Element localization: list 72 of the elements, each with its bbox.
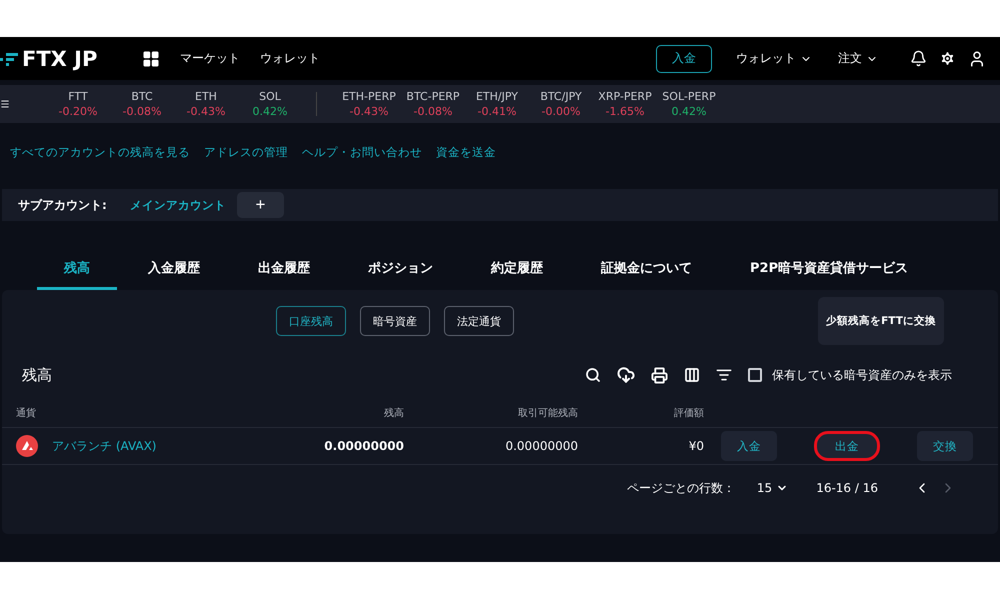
bell-icon[interactable] [910, 50, 927, 67]
menu-dropdown[interactable]: ウォレット [730, 49, 818, 68]
add-button[interactable]: + [237, 192, 284, 218]
filter-button[interactable]: 口座残高 [276, 306, 346, 336]
link[interactable]: ヘルプ・お問い合わせ [302, 145, 422, 189]
settings-icon[interactable] [939, 50, 956, 67]
nav-link[interactable]: ウォレット [260, 50, 320, 67]
ticker-symbol: SOL [259, 90, 281, 103]
ticker-symbol: BTC/JPY [540, 90, 582, 103]
deposit-button[interactable]: 入金 [656, 44, 712, 72]
ticker-change: -0.20% [58, 105, 98, 118]
ticker-change: -1.65% [606, 105, 644, 118]
action-button[interactable]: 出金 [814, 431, 880, 461]
menu-icon[interactable] [0, 99, 10, 109]
printer-icon[interactable] [651, 366, 668, 384]
ticker-symbol: ETH/JPY [476, 90, 518, 103]
columns-icon[interactable] [684, 367, 700, 383]
column-header: 評価額 [673, 406, 704, 420]
action-button[interactable]: 交換 [917, 431, 973, 461]
coin-icon [16, 435, 38, 457]
ticker-symbol: ETH [195, 90, 217, 103]
rows-per-page-label: ページごとの行数： [626, 480, 735, 496]
table-cell-text: 0.00000000 [504, 439, 578, 453]
table-cell-text: ¥0 [688, 439, 704, 453]
ticker-symbol: FTT [68, 90, 88, 103]
ticker-change: -0.41% [478, 105, 516, 118]
tab[interactable]: 約定履歴 [464, 259, 570, 290]
table-title: 残高 [22, 366, 53, 384]
ticker-symbol: BTC-PERP [406, 90, 460, 103]
ticker-symbol: XRP-PERP [598, 90, 652, 103]
checkbox[interactable] [748, 368, 762, 382]
ticker-change: 0.42% [252, 105, 288, 118]
menu-dropdown[interactable]: 注文 [832, 49, 884, 68]
column-header: 取引可能残高 [517, 406, 578, 420]
tab[interactable]: 証拠金について [574, 259, 719, 290]
ticker-symbol: ETH-PERP [342, 90, 396, 103]
checkbox-label: 保有している暗号資産のみを表示 [772, 366, 952, 384]
cloud-download-icon[interactable] [617, 366, 635, 384]
currency-name[interactable]: アバランチ (AVAX) [52, 438, 156, 454]
ticker-symbol: BTC [131, 90, 153, 103]
column-header: 残高 [383, 406, 404, 420]
table-cell-text: 0.00000000 [323, 439, 404, 453]
user-icon[interactable] [968, 50, 986, 68]
search-icon[interactable] [585, 367, 601, 383]
tab[interactable]: P2P暗号資産貸借サービス [723, 259, 936, 290]
ticker-change: -0.43% [186, 105, 226, 118]
link[interactable]: アドレスの管理 [204, 145, 288, 189]
ticker-change: -0.00% [542, 105, 580, 118]
ticker-change: -0.08% [414, 105, 452, 118]
ticker-change: 0.42% [672, 105, 706, 118]
tab[interactable]: 入金履歴 [121, 259, 227, 290]
subaccount-label: サブアカウント: [18, 196, 108, 214]
tab[interactable]: ポジション [341, 259, 460, 290]
page-range: 16-16 / 16 [816, 481, 878, 495]
logo: FTX JP [0, 46, 130, 70]
column-header: 通貨 [16, 406, 37, 420]
apps-grid-icon[interactable] [142, 50, 160, 68]
ticker-symbol: SOL-PERP [662, 90, 716, 103]
filter-icon[interactable] [716, 367, 732, 383]
logo-mark-icon [0, 52, 18, 66]
link[interactable]: すべてのアカウントの残高を見る [10, 145, 190, 189]
rows-per-page-select[interactable]: 15 [750, 480, 794, 496]
filter-button[interactable]: 法定通貨 [444, 306, 514, 336]
convert-button[interactable]: 少額残高をFTTに交換 [818, 297, 944, 345]
filter-button[interactable]: 暗号資産 [360, 306, 430, 336]
ticker-change: -0.08% [122, 105, 162, 118]
nav-link[interactable]: マーケット [180, 50, 240, 67]
account-link[interactable]: メインアカウント [130, 198, 237, 212]
action-button[interactable]: 入金 [721, 431, 777, 461]
tab[interactable]: 出金履歴 [231, 259, 337, 290]
ticker-change: -0.43% [350, 105, 388, 118]
link[interactable]: 資金を送金 [436, 145, 496, 189]
